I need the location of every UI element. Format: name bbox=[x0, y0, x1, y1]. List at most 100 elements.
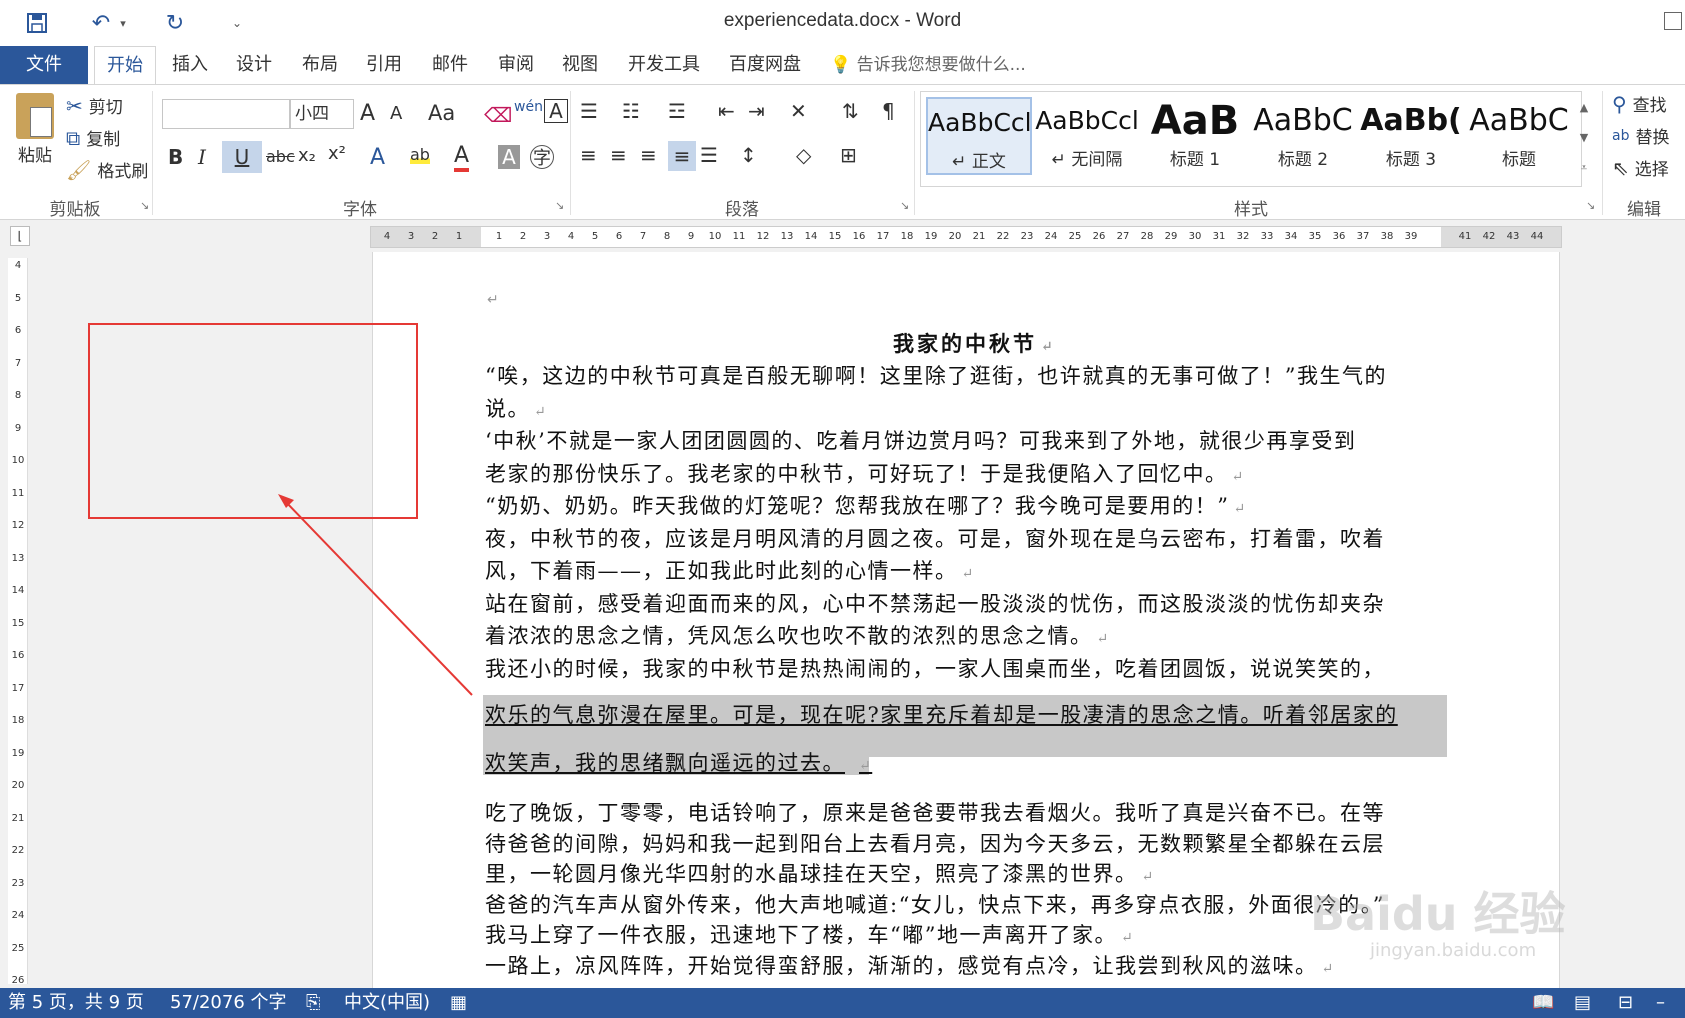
align-left-icon[interactable]: ≡ bbox=[580, 143, 597, 167]
style-name: 标题 3 bbox=[1385, 150, 1437, 170]
word-count[interactable]: 57/2076 个字 bbox=[170, 988, 287, 1018]
align-center-icon[interactable]: ≡ bbox=[610, 143, 627, 167]
format-painter-button[interactable]: 🖌 格式刷 bbox=[66, 157, 148, 183]
style-heading-2[interactable]: AaBbC 标题 2 bbox=[1250, 97, 1356, 175]
page-count[interactable]: 第 5 页，共 9 页 bbox=[8, 988, 144, 1018]
justify-icon[interactable]: ≡ bbox=[668, 141, 696, 171]
horizontal-ruler[interactable]: 4 3 2 1 1 2 3 4 5 6 7 8 9 10 11 12 13 14 15 16 17 18 19 20 21 22 2… bbox=[370, 226, 1562, 248]
style-heading-1[interactable]: AaB 标题 1 bbox=[1142, 97, 1248, 175]
replace-button[interactable]: ab 替换 bbox=[1612, 123, 1669, 149]
phonetic-guide-icon[interactable]: wén bbox=[514, 99, 543, 115]
bullets-icon[interactable]: ☰ bbox=[580, 99, 598, 123]
tab-home[interactable]: 开始 bbox=[94, 46, 156, 84]
ruler-tick: 19 bbox=[11, 747, 25, 759]
italic-button[interactable]: I bbox=[198, 145, 206, 169]
align-right-icon[interactable]: ≡ bbox=[640, 143, 657, 167]
ruler-tick: 33 bbox=[1260, 231, 1274, 242]
highlighted-line-content: 欢笑声，我的思绪飘向遥远的过去。 bbox=[485, 751, 845, 775]
ruler-tick: 13 bbox=[780, 231, 794, 242]
style-no-spacing[interactable]: AaBbCcl ↵ 无间隔 bbox=[1034, 97, 1140, 175]
strikethrough-button[interactable]: abc bbox=[266, 147, 295, 166]
ribbon-tabs: 文件 开始 插入 设计 布局 引用 邮件 审阅 视图 开发工具 百度网盘 💡 告… bbox=[0, 46, 1685, 84]
tab-developer[interactable]: 开发工具 bbox=[620, 46, 708, 84]
chinese-layout-icon[interactable]: ✕ bbox=[790, 99, 807, 123]
text-line-content: 吃了晚饭，丁零零，电话铃响了，原来是爸爸要带我去看烟火。我听了真是兴奋不已。在等 bbox=[485, 801, 1385, 825]
tab-mailings[interactable]: 邮件 bbox=[418, 46, 482, 84]
ribbon-display-icon[interactable] bbox=[1664, 12, 1682, 30]
tab-baidu-netdisk[interactable]: 百度网盘 bbox=[720, 46, 810, 84]
paragraph-mark: ↵ bbox=[1231, 468, 1245, 485]
change-case-button[interactable]: Aa bbox=[428, 101, 455, 125]
ruler-tick: 9 bbox=[687, 231, 695, 242]
paragraph-launcher-icon[interactable]: ↘ bbox=[900, 199, 909, 212]
tab-selector-icon[interactable]: ⌊ bbox=[10, 226, 30, 246]
show-marks-icon[interactable]: ¶ bbox=[882, 99, 895, 123]
text-line-content: 我还小的时候，我家的中秋节是热热闹闹的，一家人围桌而坐，吃着团圆饭，说说笑笑的， bbox=[485, 656, 1385, 681]
highlight-icon[interactable]: ab bbox=[410, 145, 430, 164]
tab-references[interactable]: 引用 bbox=[354, 46, 414, 84]
underline-button[interactable]: U bbox=[222, 141, 262, 173]
font-size-select[interactable]: 小四 bbox=[290, 99, 354, 129]
zoom-out-icon[interactable]: – bbox=[1656, 988, 1665, 1018]
multilevel-list-icon[interactable]: ☲ bbox=[668, 99, 686, 123]
superscript-button[interactable]: x² bbox=[328, 143, 346, 164]
ruler-tick: 25 bbox=[1068, 231, 1082, 242]
char-border-icon[interactable]: A bbox=[544, 99, 568, 123]
style-normal[interactable]: AaBbCcl ↵ 正文 bbox=[926, 97, 1032, 175]
shading-icon[interactable]: ◇ bbox=[796, 143, 811, 167]
tab-view[interactable]: 视图 bbox=[548, 46, 612, 84]
borders-icon[interactable]: ⊞ bbox=[840, 143, 857, 167]
line-spacing-icon[interactable]: ↕ bbox=[740, 143, 757, 167]
highlighted-line-content: 欢乐的气息弥漫在屋里。可是，现在呢?家里充斥着却是一股凄清的思念之情。听着邻居家… bbox=[485, 703, 1398, 727]
tab-review[interactable]: 审阅 bbox=[484, 46, 548, 84]
text-effects-icon[interactable]: A bbox=[370, 145, 385, 170]
numbering-icon[interactable]: ☷ bbox=[622, 99, 640, 123]
ruler-tick: 32 bbox=[1236, 231, 1250, 242]
language[interactable]: 中文(中国) bbox=[344, 988, 430, 1018]
clipboard-launcher-icon[interactable]: ↘ bbox=[140, 199, 149, 212]
style-sample: AaBbC bbox=[1253, 103, 1353, 138]
clear-format-icon[interactable]: ⌫ bbox=[484, 103, 512, 127]
cut-button[interactable]: ✂ 剪切 bbox=[66, 93, 123, 119]
distributed-icon[interactable]: ☰ bbox=[700, 143, 718, 167]
find-button[interactable]: ⚲ 查找 bbox=[1612, 91, 1667, 117]
bold-button[interactable]: B bbox=[168, 145, 183, 169]
copy-button[interactable]: ⧉ 复制 bbox=[66, 125, 120, 151]
tell-me-box[interactable]: 💡 告诉我您想要做什么... bbox=[830, 46, 1026, 84]
ruler-tick: 10 bbox=[11, 455, 25, 466]
select-button[interactable]: ⇖ 选择 bbox=[1612, 155, 1669, 181]
ruler-tick: 18 bbox=[11, 715, 25, 726]
font-name-select[interactable] bbox=[162, 99, 290, 129]
vertical-ruler[interactable]: 4 5 6 7 8 9 10 11 12 13 14 15 16 17 18 19 20 21 22 23 24 25 26 bbox=[8, 258, 28, 984]
font-color-icon[interactable]: A bbox=[454, 143, 470, 172]
style-heading-3[interactable]: AaBb( 标题 3 bbox=[1358, 97, 1464, 175]
proofing-icon[interactable]: ⎘ bbox=[306, 988, 320, 1018]
enclose-char-icon[interactable]: 字 bbox=[530, 145, 554, 169]
ruler-tick: 8 bbox=[14, 390, 22, 401]
window-title: experiencedata.docx - Word bbox=[723, 10, 962, 31]
decrease-indent-icon[interactable]: ⇤ bbox=[718, 99, 735, 123]
styles-scroll[interactable]: ▲ ▼ ⩡ bbox=[1576, 93, 1592, 183]
text-line: 老家的那份快乐了。我老家的中秋节，可好玩了！于是我便陷入了回忆中。 ↵ bbox=[485, 458, 1245, 493]
subscript-button[interactable]: x₂ bbox=[298, 145, 316, 166]
web-layout-icon[interactable]: ⊟ bbox=[1618, 988, 1633, 1018]
brush-icon: 🖌 bbox=[66, 157, 92, 182]
print-layout-icon[interactable]: ▤ bbox=[1574, 988, 1591, 1018]
shrink-font-button[interactable]: A bbox=[390, 103, 402, 124]
tab-layout[interactable]: 布局 bbox=[290, 46, 350, 84]
tab-insert[interactable]: 插入 bbox=[160, 46, 220, 84]
read-mode-icon[interactable]: 📖 bbox=[1532, 988, 1554, 1018]
grow-font-button[interactable]: A bbox=[360, 101, 375, 126]
macro-icon[interactable]: ▦ bbox=[450, 988, 467, 1018]
style-title[interactable]: AaBbC 标题 bbox=[1466, 97, 1572, 175]
tab-file[interactable]: 文件 bbox=[0, 46, 88, 84]
sort-icon[interactable]: ⇅ bbox=[842, 99, 859, 123]
watermark-url: jingyan.baidu.com bbox=[1370, 940, 1537, 961]
styles-launcher-icon[interactable]: ↘ bbox=[1586, 199, 1595, 212]
font-launcher-icon[interactable]: ↘ bbox=[555, 199, 564, 212]
paste-button[interactable]: 粘贴 bbox=[12, 93, 58, 183]
increase-indent-icon[interactable]: ⇥ bbox=[748, 99, 765, 123]
ruler-tick: 39 bbox=[1404, 231, 1418, 242]
tab-design[interactable]: 设计 bbox=[224, 46, 284, 84]
char-shading-icon[interactable]: A bbox=[498, 145, 520, 169]
